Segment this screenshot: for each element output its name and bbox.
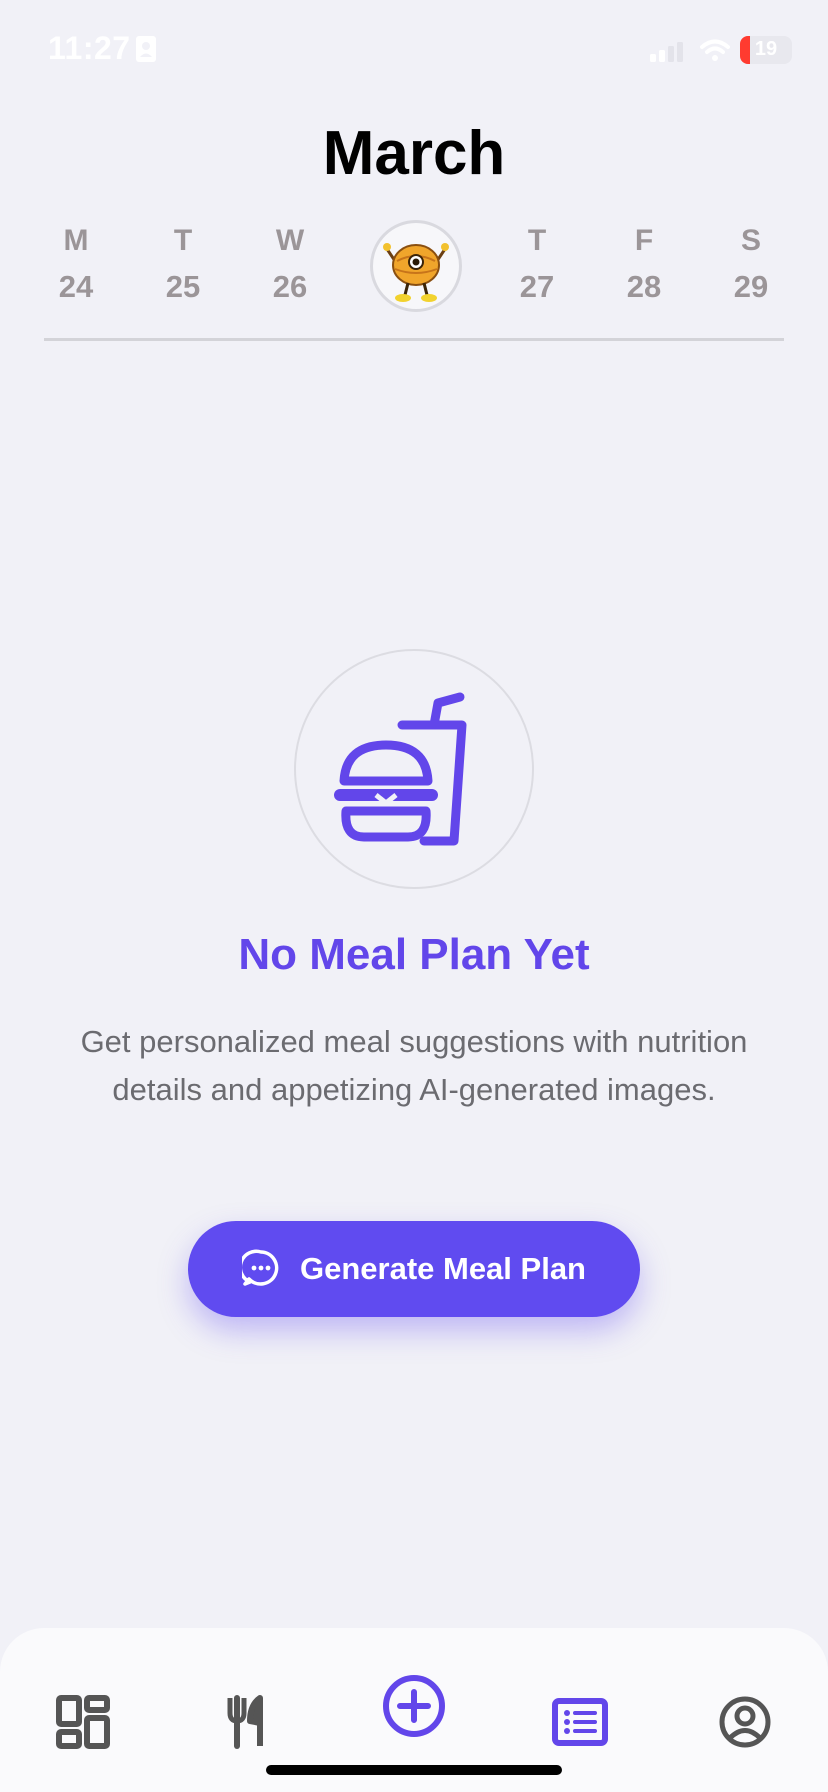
tab-add[interactable] [374,1666,454,1746]
plus-circle-icon [383,1675,445,1737]
chat-bubble-icon [238,1249,280,1290]
wifi-icon [700,38,730,67]
day-saturday[interactable]: S 29 [711,218,791,310]
day-letter: T [527,224,547,257]
mascot-icon [383,243,449,302]
generate-button-label: Generate Meal Plan [299,1251,586,1286]
profile-icon [719,1696,771,1748]
day-letter: S [740,224,761,257]
meal-plan-screen: 11:27 19 March M 24 T 25 W 26 T 27 F 28 … [0,0,828,1792]
status-time: 11:27 [48,30,131,66]
day-letter: F [634,224,654,257]
empty-state-title: No Meal Plan Yet [238,930,590,979]
day-number: 24 [58,269,94,304]
list-icon [552,1698,608,1746]
cellular-signal-icon [650,42,686,67]
generate-meal-plan-button[interactable]: Generate Meal Plan [188,1221,640,1317]
status-bar: 11:27 19 [0,0,828,100]
day-number: 27 [519,269,555,304]
today-mascot-avatar[interactable] [370,220,462,312]
tab-meal-plan[interactable] [540,1682,620,1762]
day-number: 25 [165,269,201,304]
home-indicator [266,1765,562,1775]
empty-state-description: Get personalized meal suggestions with n… [80,1024,748,1107]
day-monday[interactable]: M 24 [36,218,116,310]
week-divider [44,338,784,341]
fork-knife-icon [227,1695,263,1749]
dashboard-icon [56,1695,110,1749]
tab-dashboard[interactable] [43,1682,123,1762]
burger-drink-icon [334,692,467,846]
contact-card-icon [136,36,156,67]
battery-indicator: 19 [740,36,792,64]
day-number: 26 [272,269,308,304]
battery-percent: 19 [754,38,778,60]
day-tuesday[interactable]: T 25 [143,218,223,310]
day-number: 28 [626,269,662,304]
day-thursday[interactable]: T 27 [497,218,577,310]
day-letter: T [173,224,193,257]
empty-state-illustration [294,649,534,889]
day-number: 29 [733,269,769,304]
tab-meals[interactable] [208,1682,288,1762]
month-title: March [322,119,506,188]
day-wednesday[interactable]: W 26 [250,218,330,310]
day-friday[interactable]: F 28 [604,218,684,310]
day-letter: W [275,224,305,257]
tab-profile[interactable] [705,1682,785,1762]
day-letter: M [63,224,89,257]
